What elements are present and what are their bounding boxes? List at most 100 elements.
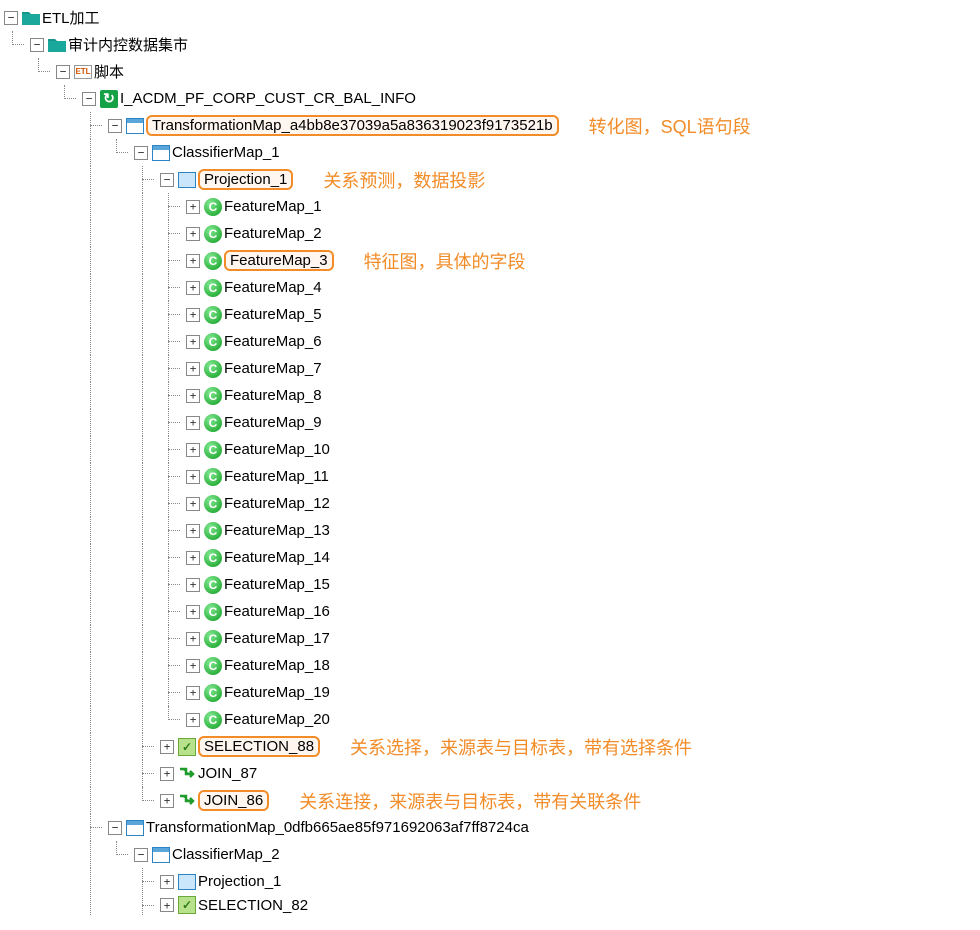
tree-node-featuremap[interactable]: +CFeatureMap_19 bbox=[4, 679, 976, 706]
expand-icon[interactable]: + bbox=[186, 281, 200, 295]
tree-label: FeatureMap_4 bbox=[224, 279, 322, 296]
tree-label: FeatureMap_5 bbox=[224, 306, 322, 323]
collapse-icon[interactable]: − bbox=[134, 146, 148, 160]
tree-node-featuremap[interactable]: +CFeatureMap_9 bbox=[4, 409, 976, 436]
tree-node-featuremap[interactable]: +CFeatureMap_20 bbox=[4, 706, 976, 733]
expand-icon[interactable]: + bbox=[186, 551, 200, 565]
tree-node-featuremap[interactable]: +CFeatureMap_1 bbox=[4, 193, 976, 220]
expand-icon[interactable]: + bbox=[186, 605, 200, 619]
tree-node-featuremap[interactable]: +CFeatureMap_6 bbox=[4, 328, 976, 355]
tree-node-featuremap[interactable]: +CFeatureMap_16 bbox=[4, 598, 976, 625]
expand-icon[interactable]: + bbox=[186, 200, 200, 214]
tree-label: TransformationMap_a4bb8e37039a5a83631902… bbox=[146, 115, 559, 136]
tree-node-cmap1[interactable]: − ClassifierMap_1 bbox=[4, 139, 976, 166]
tree-label: Projection_1 bbox=[198, 169, 293, 190]
tree-label: FeatureMap_20 bbox=[224, 711, 330, 728]
expand-icon[interactable]: + bbox=[186, 659, 200, 673]
expand-icon[interactable]: + bbox=[160, 767, 174, 781]
tree-label: FeatureMap_15 bbox=[224, 576, 330, 593]
expand-icon[interactable]: + bbox=[186, 713, 200, 727]
tree-label: FeatureMap_2 bbox=[224, 225, 322, 242]
tree-node-datamart[interactable]: − 审计内控数据集市 bbox=[4, 31, 976, 58]
tree-node-featuremap[interactable]: +CFeatureMap_13 bbox=[4, 517, 976, 544]
tree-node-proj2[interactable]: + Projection_1 bbox=[4, 868, 976, 895]
feature-icon: C bbox=[204, 387, 222, 405]
tree-node-featuremap[interactable]: +CFeatureMap_14 bbox=[4, 544, 976, 571]
tree-label: 脚本 bbox=[94, 61, 124, 82]
expand-icon[interactable]: + bbox=[186, 389, 200, 403]
expand-icon[interactable]: + bbox=[160, 740, 174, 754]
annotation-text: 关系选择，来源表与目标表，带有选择条件 bbox=[350, 734, 692, 760]
expand-icon[interactable]: + bbox=[186, 443, 200, 457]
feature-icon: C bbox=[204, 333, 222, 351]
tree-node-proj1[interactable]: − Projection_1 关系预测，数据投影 bbox=[4, 166, 976, 193]
tree-label: 审计内控数据集市 bbox=[68, 34, 188, 55]
tree-label: FeatureMap_14 bbox=[224, 549, 330, 566]
expand-icon[interactable]: + bbox=[160, 794, 174, 808]
expand-icon[interactable]: + bbox=[186, 254, 200, 268]
tree-node-featuremap[interactable]: + CFeatureMap_15 bbox=[4, 571, 976, 598]
expand-icon[interactable]: + bbox=[186, 416, 200, 430]
expand-icon[interactable]: + bbox=[186, 470, 200, 484]
collapse-icon[interactable]: − bbox=[160, 173, 174, 187]
expand-icon[interactable]: + bbox=[186, 686, 200, 700]
feature-icon: C bbox=[204, 252, 222, 270]
tree-label: Projection_1 bbox=[198, 873, 281, 890]
collapse-icon[interactable]: − bbox=[4, 11, 18, 25]
tree-label: SELECTION_82 bbox=[198, 897, 308, 914]
expand-icon[interactable]: + bbox=[160, 898, 174, 912]
tree-node-featuremap[interactable]: +CFeatureMap_8 bbox=[4, 382, 976, 409]
feature-icon: C bbox=[204, 522, 222, 540]
tree-node-cmap2[interactable]: − ClassifierMap_2 bbox=[4, 841, 976, 868]
classifier-icon bbox=[152, 144, 170, 162]
tree-view: − ETL加工 − 审计内控数据集市 − ETL 脚本 − ↻ I_ACDM_P… bbox=[4, 4, 976, 915]
tree-node-featuremap[interactable]: +CFeatureMap_18 bbox=[4, 652, 976, 679]
expand-icon[interactable]: + bbox=[186, 308, 200, 322]
tree-node-selection88[interactable]: + SELECTION_88 关系选择，来源表与目标表，带有选择条件 bbox=[4, 733, 976, 760]
folder-icon bbox=[22, 9, 40, 27]
expand-icon[interactable]: + bbox=[160, 875, 174, 889]
expand-icon[interactable]: + bbox=[186, 578, 200, 592]
tree-node-selection82[interactable]: + SELECTION_82 bbox=[4, 895, 976, 915]
tree-label: FeatureMap_1 bbox=[224, 198, 322, 215]
tree-label: JOIN_86 bbox=[198, 790, 269, 811]
tree-node-root[interactable]: − ETL加工 bbox=[4, 4, 976, 31]
tree-node-join86[interactable]: + JOIN_86 关系连接，来源表与目标表，带有关联条件 bbox=[4, 787, 976, 814]
tree-node-featuremap[interactable]: +CFeatureMap_17 bbox=[4, 625, 976, 652]
tree-node-featuremap[interactable]: +CFeatureMap_2 bbox=[4, 220, 976, 247]
tree-node-featuremap[interactable]: +CFeatureMap_11 bbox=[4, 463, 976, 490]
tree-label: FeatureMap_9 bbox=[224, 414, 322, 431]
collapse-icon[interactable]: − bbox=[30, 38, 44, 52]
collapse-icon[interactable]: − bbox=[108, 119, 122, 133]
expand-icon[interactable]: + bbox=[186, 227, 200, 241]
annotation-text: 关系连接，来源表与目标表，带有关联条件 bbox=[299, 788, 641, 814]
tree-node-featuremap[interactable]: +CFeatureMap_7 bbox=[4, 355, 976, 382]
collapse-icon[interactable]: − bbox=[56, 65, 70, 79]
tree-node-featuremap[interactable]: +CFeatureMap_5 bbox=[4, 301, 976, 328]
tree-node-tmap2[interactable]: − TransformationMap_0dfb665ae85f97169206… bbox=[4, 814, 976, 841]
classifier-icon bbox=[152, 846, 170, 864]
tree-node-tmap1[interactable]: − TransformationMap_a4bb8e37039a5a836319… bbox=[4, 112, 976, 139]
collapse-icon[interactable]: − bbox=[134, 848, 148, 862]
tree-node-featuremap[interactable]: +CFeatureMap_3特征图，具体的字段 bbox=[4, 247, 976, 274]
tree-node-job[interactable]: − ↻ I_ACDM_PF_CORP_CUST_CR_BAL_INFO bbox=[4, 85, 976, 112]
feature-icon: C bbox=[204, 468, 222, 486]
collapse-icon[interactable]: − bbox=[108, 821, 122, 835]
expand-icon[interactable]: + bbox=[186, 497, 200, 511]
selection-icon bbox=[178, 896, 196, 914]
selection-icon bbox=[178, 738, 196, 756]
expand-icon[interactable]: + bbox=[186, 524, 200, 538]
tree-node-scripts[interactable]: − ETL 脚本 bbox=[4, 58, 976, 85]
expand-icon[interactable]: + bbox=[186, 632, 200, 646]
expand-icon[interactable]: + bbox=[186, 362, 200, 376]
feature-icon: C bbox=[204, 630, 222, 648]
tree-node-join87[interactable]: + JOIN_87 bbox=[4, 760, 976, 787]
feature-icon: C bbox=[204, 495, 222, 513]
expand-icon[interactable]: + bbox=[186, 335, 200, 349]
collapse-icon[interactable]: − bbox=[82, 92, 96, 106]
feature-icon: C bbox=[204, 576, 222, 594]
tree-node-featuremap[interactable]: +CFeatureMap_4 bbox=[4, 274, 976, 301]
tree-node-featuremap[interactable]: +CFeatureMap_10 bbox=[4, 436, 976, 463]
join-icon bbox=[178, 792, 196, 810]
tree-node-featuremap[interactable]: +CFeatureMap_12 bbox=[4, 490, 976, 517]
